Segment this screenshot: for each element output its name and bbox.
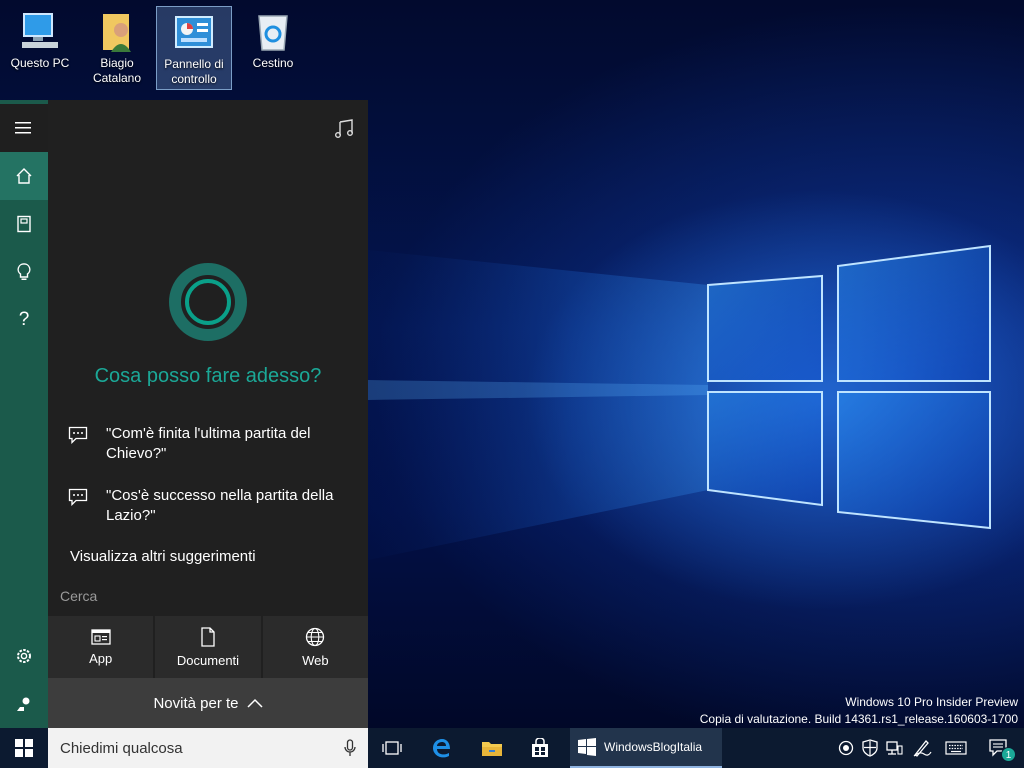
settings-button[interactable] bbox=[0, 632, 48, 680]
keyboard-icon bbox=[945, 741, 967, 755]
app-icon bbox=[91, 628, 111, 645]
globe-icon bbox=[306, 627, 325, 646]
help-button[interactable]: ? bbox=[0, 296, 48, 344]
desktop-icon-label: Pannello di bbox=[164, 57, 224, 71]
windows-ink-icon bbox=[913, 740, 932, 757]
settings-icon bbox=[17, 649, 31, 663]
pen-tray-button[interactable] bbox=[912, 738, 932, 758]
reminders-button[interactable] bbox=[0, 248, 48, 296]
music-note-icon bbox=[335, 119, 353, 138]
speech-bubble-icon bbox=[68, 488, 88, 506]
file-explorer-icon bbox=[482, 742, 502, 756]
suggestion-item[interactable]: "Cos'è successo nella partita della Lazi… bbox=[68, 486, 358, 526]
microphone-icon[interactable] bbox=[344, 739, 356, 757]
cortana-panel: ? Cosa posso fare adesso? "Com'è finita … bbox=[0, 100, 368, 728]
recycle-bin-icon bbox=[251, 10, 295, 54]
desktop-icon-this-pc[interactable]: Questo PC bbox=[2, 6, 78, 90]
file-explorer-button[interactable] bbox=[468, 728, 516, 768]
action-center-button[interactable]: 1 bbox=[986, 738, 1016, 762]
windowsblogitalia-icon bbox=[578, 738, 596, 756]
search-section-label: Cerca bbox=[60, 588, 98, 604]
store-button[interactable] bbox=[516, 728, 564, 768]
cortana-greeting: Cosa posso fare adesso? bbox=[94, 365, 322, 387]
cortana-ring-icon bbox=[169, 263, 247, 341]
watermark-line: Copia di valutazione. Build 14361.rs1_re… bbox=[699, 712, 1018, 726]
desktop-icon-user-folder[interactable]: Biagio Catalano bbox=[79, 6, 155, 90]
hamburger-menu-button[interactable] bbox=[0, 104, 48, 152]
filter-label: Web bbox=[302, 652, 329, 668]
feedback-button[interactable] bbox=[0, 680, 48, 728]
shield-icon bbox=[862, 739, 878, 757]
desktop-icon-label: Catalano bbox=[92, 71, 142, 85]
search-placeholder: Chiedimi qualcosa bbox=[60, 739, 183, 757]
watermark-line: Windows 10 Pro Insider Preview bbox=[845, 695, 1018, 709]
notebook-icon bbox=[17, 215, 31, 233]
document-icon bbox=[201, 626, 215, 647]
windows-logo-icon bbox=[15, 739, 33, 757]
desktop-icon-recycle-bin[interactable]: Cestino bbox=[235, 6, 311, 90]
desktop-icon-label: controllo bbox=[171, 72, 217, 86]
lightbulb-icon bbox=[17, 263, 31, 280]
home-icon bbox=[16, 168, 32, 184]
control-panel-icon bbox=[172, 11, 216, 55]
build-watermark: Windows 10 Pro Insider Preview Copia di … bbox=[700, 694, 1018, 728]
taskbar: Chiedimi qualcosa WindowsBlogItalia 1 bbox=[0, 728, 1024, 768]
computer-icon bbox=[18, 10, 62, 54]
hamburger-menu-icon bbox=[15, 122, 31, 134]
filter-label: Documenti bbox=[176, 652, 240, 668]
suggestion-text: "Cos'è successo nella partita della Lazi… bbox=[106, 487, 334, 524]
network-icon bbox=[886, 741, 903, 755]
feedback-icon bbox=[17, 697, 30, 711]
record-tray-button[interactable] bbox=[836, 738, 856, 758]
cortana-home: Cosa posso fare adesso? "Com'è finita l'… bbox=[48, 100, 368, 728]
store-icon bbox=[532, 738, 548, 757]
user-folder-icon bbox=[95, 10, 139, 54]
cortana-sidebar: ? bbox=[0, 100, 48, 728]
filter-app-button[interactable]: App bbox=[48, 616, 154, 678]
help-icon: ? bbox=[18, 309, 30, 330]
desktop-icon-control-panel[interactable]: Pannello di controllo bbox=[156, 6, 232, 90]
desktop-icon-label: Questo PC bbox=[10, 56, 70, 70]
news-for-you-button[interactable]: Novità per te bbox=[48, 678, 368, 728]
taskbar-app-label: WindowsBlogItalia bbox=[604, 740, 703, 754]
suggestion-item[interactable]: "Com'è finita l'ultima partita del Chiev… bbox=[68, 424, 358, 464]
desktop-icon-label: Biagio bbox=[100, 56, 134, 70]
defender-tray-button[interactable] bbox=[860, 738, 880, 758]
desktop-icon-label: Cestino bbox=[252, 56, 294, 70]
edge-icon bbox=[433, 739, 450, 758]
notification-count-badge: 1 bbox=[1001, 747, 1016, 762]
filter-documents-button[interactable]: Documenti bbox=[155, 616, 261, 678]
news-bar-label: Novità per te bbox=[153, 694, 239, 712]
notebook-button[interactable] bbox=[0, 200, 48, 248]
chevron-up-icon bbox=[246, 698, 263, 708]
task-view-button[interactable] bbox=[368, 728, 416, 768]
cortana-search-box[interactable]: Chiedimi qualcosa bbox=[48, 728, 368, 768]
music-recognition-button[interactable] bbox=[334, 118, 356, 145]
start-button[interactable] bbox=[0, 728, 48, 768]
search-filters: App Documenti Web bbox=[48, 616, 368, 678]
suggestion-text: "Com'è finita l'ultima partita del Chiev… bbox=[106, 425, 311, 462]
network-tray-button[interactable] bbox=[884, 738, 904, 758]
record-icon bbox=[838, 740, 854, 756]
task-view-icon bbox=[382, 741, 402, 755]
edge-button[interactable] bbox=[418, 728, 466, 768]
home-button[interactable] bbox=[0, 152, 48, 200]
touch-keyboard-button[interactable] bbox=[944, 738, 968, 758]
taskbar-app-windowsblogitalia[interactable]: WindowsBlogItalia bbox=[570, 728, 722, 768]
speech-bubble-icon bbox=[68, 426, 88, 444]
filter-label: App bbox=[89, 650, 113, 666]
more-suggestions-link[interactable]: Visualizza altri suggerimenti bbox=[70, 548, 256, 565]
filter-web-button[interactable]: Web bbox=[262, 616, 368, 678]
